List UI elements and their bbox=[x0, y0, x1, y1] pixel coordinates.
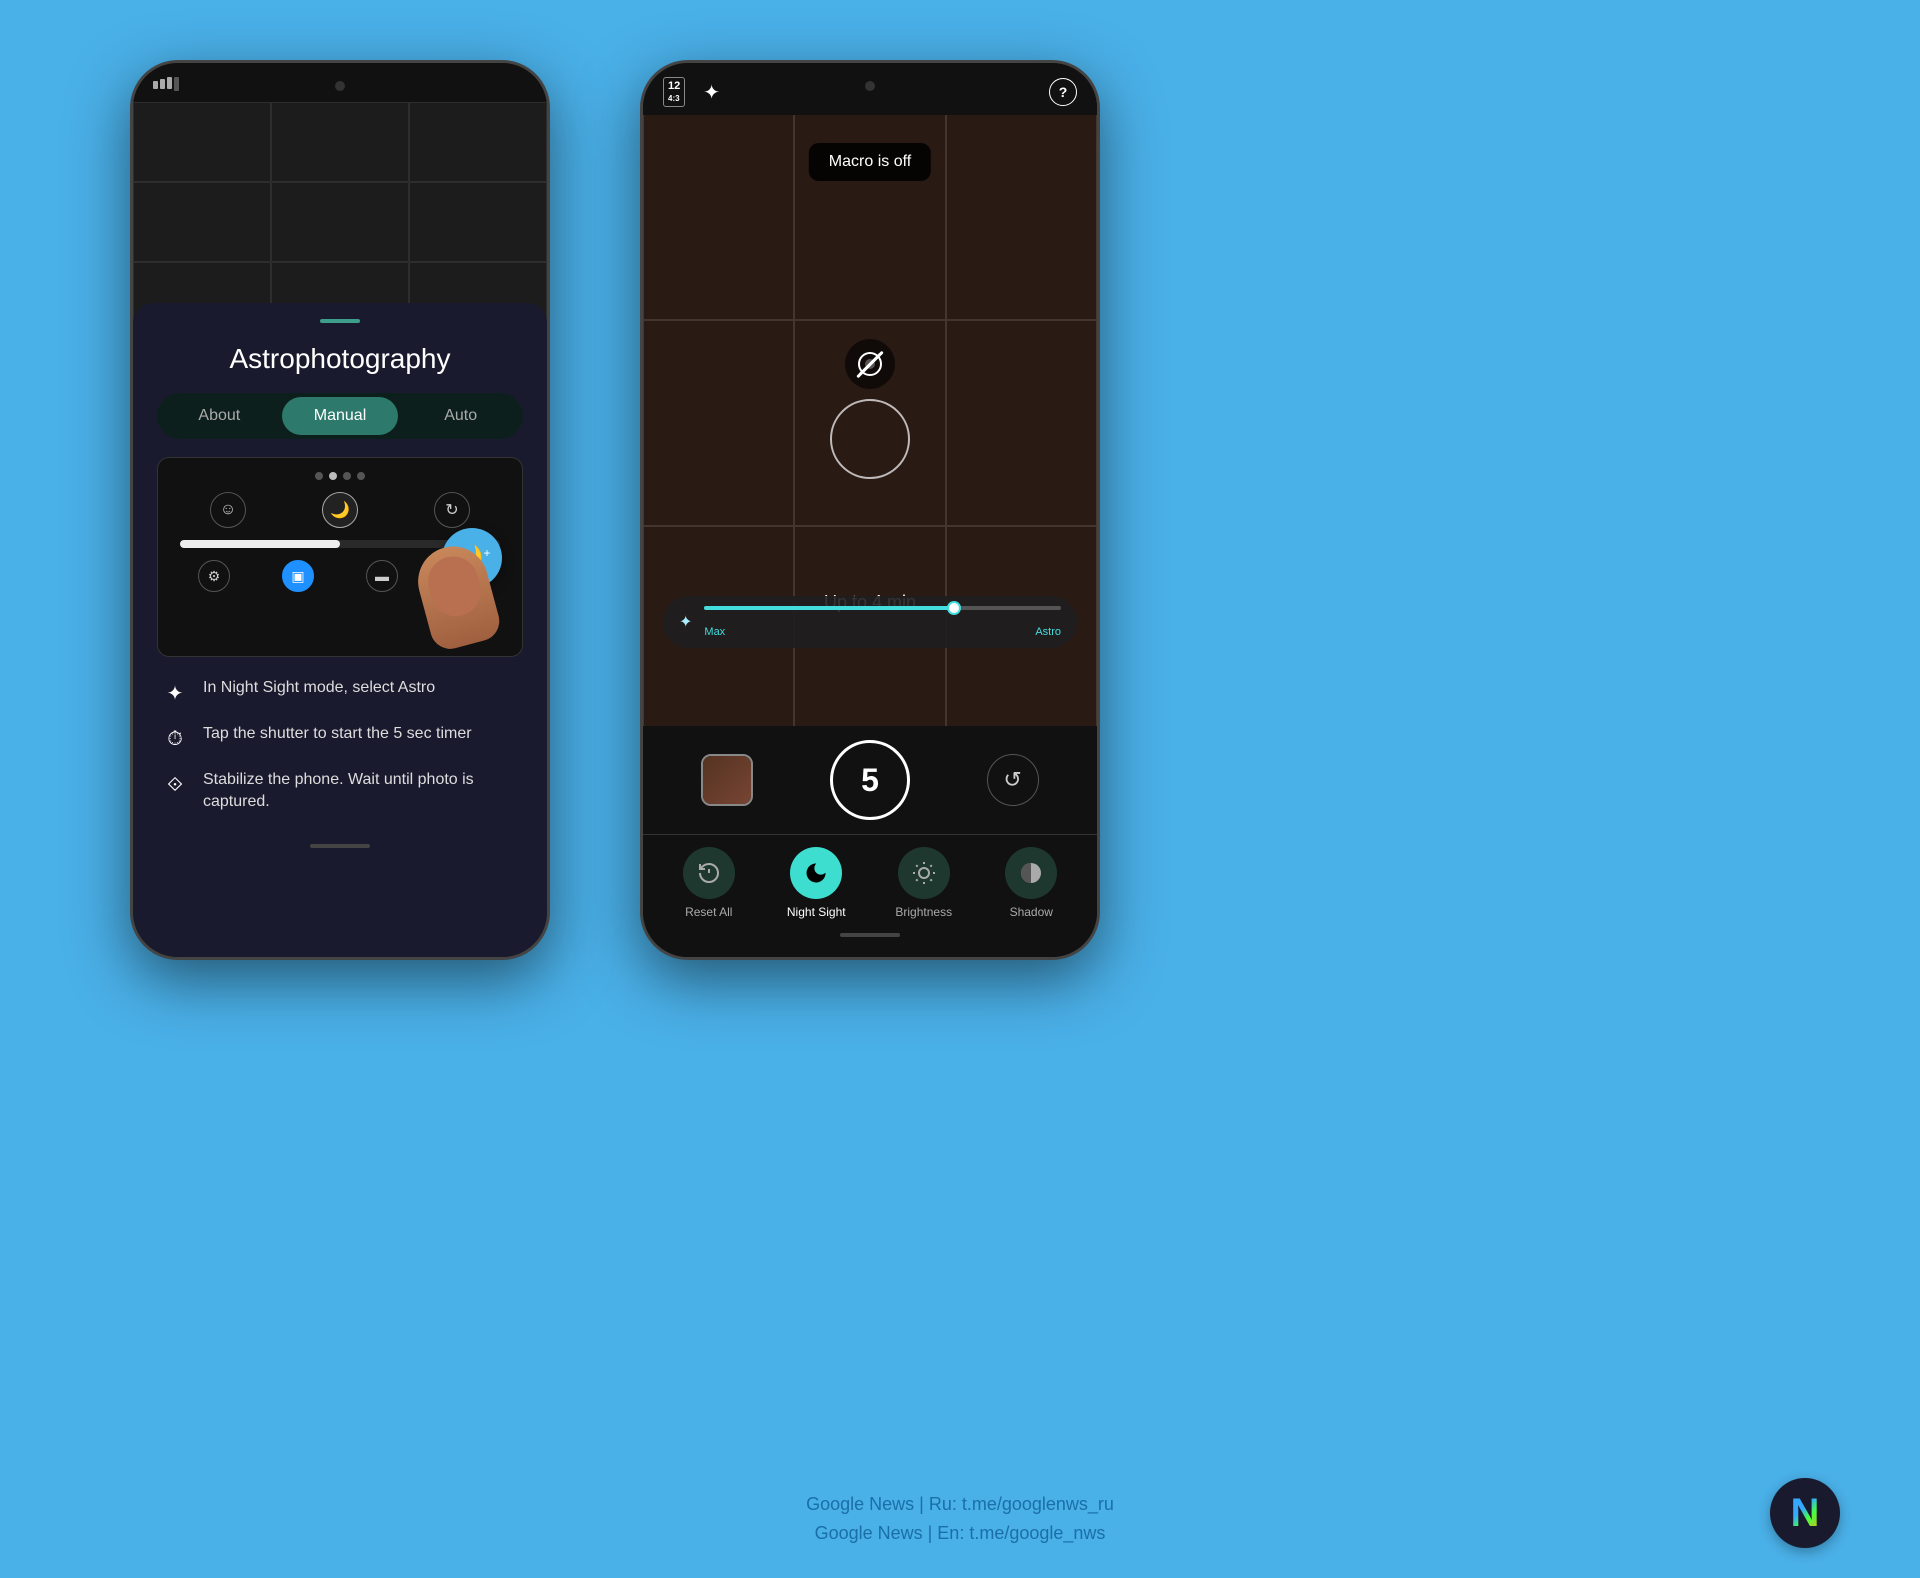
footer-line-2: Google News | En: t.me/google_nws bbox=[806, 1519, 1114, 1548]
shadow-icon bbox=[1005, 847, 1057, 899]
night-sight-icon bbox=[790, 847, 842, 899]
mini-photo-icon: ▣ bbox=[282, 560, 314, 592]
macro-tooltip: Macro is off bbox=[809, 143, 931, 181]
n-logo: N bbox=[1770, 1478, 1840, 1548]
mode-reset-all-label: Reset All bbox=[685, 905, 732, 919]
stars-icon: ✦ bbox=[679, 612, 692, 632]
footer-line-1: Google News | Ru: t.me/googlenws_ru bbox=[806, 1490, 1114, 1519]
right-bottom-controls: 5 ↺ Reset All bbox=[643, 726, 1097, 957]
slider-track bbox=[704, 606, 1061, 610]
left-bottom-sheet: Astrophotography About Manual Auto ☺ 🌙 ↻ bbox=[133, 303, 547, 957]
right-home-indicator bbox=[840, 933, 900, 937]
tab-about[interactable]: About bbox=[161, 397, 278, 435]
footer: Google News | Ru: t.me/googlenws_ru Goog… bbox=[806, 1490, 1114, 1548]
astro-slider[interactable]: ✦ Max Astro bbox=[663, 596, 1077, 648]
left-status-icon bbox=[153, 77, 181, 96]
brightness-icon bbox=[898, 847, 950, 899]
right-top-left-icons: 124:3 ✦ bbox=[663, 77, 720, 107]
instruction-row-2: ⏱ Tap the shutter to start the 5 sec tim… bbox=[157, 723, 523, 753]
macro-no-icon bbox=[845, 339, 895, 389]
mini-settings-icon: ⚙ bbox=[198, 560, 230, 592]
shutter-number: 5 bbox=[861, 762, 879, 799]
instruction-row-1: ✦ In Night Sight mode, select Astro bbox=[157, 677, 523, 707]
macro-icon-container bbox=[830, 339, 910, 479]
flip-icon: ↺ bbox=[1003, 767, 1021, 793]
shutter-button[interactable]: 5 bbox=[830, 740, 910, 820]
slider-label-astro: Astro bbox=[1035, 626, 1061, 638]
shutter-row: 5 ↺ bbox=[663, 740, 1077, 820]
instruction-row-3: ⟐ Stabilize the phone. Wait until photo … bbox=[157, 769, 523, 814]
tab-auto[interactable]: Auto bbox=[402, 397, 519, 435]
help-icon[interactable]: ? bbox=[1049, 78, 1077, 106]
mini-icon-smiley: ☺ bbox=[210, 492, 246, 528]
n-letter: N bbox=[1791, 1491, 1820, 1536]
slider-label-max: Max bbox=[704, 626, 725, 638]
dot-2 bbox=[329, 472, 337, 480]
dot-3 bbox=[343, 472, 351, 480]
instruction-text-2: Tap the shutter to start the 5 sec timer bbox=[203, 723, 472, 745]
mode-bar: Reset All Night Sight bbox=[663, 847, 1077, 919]
mini-camera-preview: ☺ 🌙 ↻ ⚙ ▣ ▬ 🌙 🌙+ bbox=[157, 457, 523, 657]
stabilize-icon: ⟐ bbox=[161, 771, 189, 799]
mini-icon-moon: 🌙 bbox=[322, 492, 358, 528]
instruction-text-1: In Night Sight mode, select Astro bbox=[203, 677, 435, 699]
mini-video-icon: ▬ bbox=[366, 560, 398, 592]
sparkle-icon: ✦ bbox=[161, 679, 189, 707]
mode-shadow[interactable]: Shadow bbox=[1001, 847, 1061, 919]
mode-brightness[interactable]: Brightness bbox=[894, 847, 954, 919]
mode-reset-all[interactable]: Reset All bbox=[679, 847, 739, 919]
macro-focus-circle bbox=[830, 399, 910, 479]
right-camera-notch bbox=[865, 81, 875, 91]
left-phone: Astrophotography About Manual Auto ☺ 🌙 ↻ bbox=[130, 60, 550, 960]
slider-fill bbox=[704, 606, 954, 610]
mini-slider-fill bbox=[180, 540, 340, 548]
right-phone: 124:3 ✦ ? Macro is off Up to 4 min bbox=[640, 60, 1100, 960]
instructions: ✦ In Night Sight mode, select Astro ⏱ Ta… bbox=[157, 673, 523, 834]
thumbnail-preview[interactable] bbox=[701, 754, 753, 806]
bottom-divider bbox=[643, 834, 1097, 835]
mode-brightness-label: Brightness bbox=[895, 905, 952, 919]
tab-row: About Manual Auto bbox=[157, 393, 523, 439]
resolution-icon: 124:3 bbox=[663, 77, 685, 107]
instruction-text-3: Stabilize the phone. Wait until photo is… bbox=[203, 769, 519, 814]
sheet-title: Astrophotography bbox=[157, 343, 523, 375]
slider-thumb[interactable] bbox=[947, 601, 961, 615]
mode-night-sight-label: Night Sight bbox=[787, 905, 846, 919]
right-viewfinder: Macro is off Up to 4 min ✦ bbox=[643, 113, 1097, 733]
flip-camera-button[interactable]: ↺ bbox=[987, 754, 1039, 806]
mini-icon-refresh: ↻ bbox=[434, 492, 470, 528]
left-camera-notch bbox=[335, 81, 345, 91]
mode-shadow-label: Shadow bbox=[1010, 905, 1053, 919]
dot-1 bbox=[315, 472, 323, 480]
left-home-indicator bbox=[310, 844, 370, 848]
reset-all-icon bbox=[683, 847, 735, 899]
mini-dots bbox=[172, 472, 508, 480]
timer-icon: ⏱ bbox=[161, 725, 189, 753]
mini-icons-row: ☺ 🌙 ↻ bbox=[172, 492, 508, 528]
magic-icon[interactable]: ✦ bbox=[703, 80, 720, 105]
dot-4 bbox=[357, 472, 365, 480]
mode-night-sight[interactable]: Night Sight bbox=[786, 847, 846, 919]
tab-manual[interactable]: Manual bbox=[282, 397, 399, 435]
sheet-handle bbox=[320, 319, 360, 323]
